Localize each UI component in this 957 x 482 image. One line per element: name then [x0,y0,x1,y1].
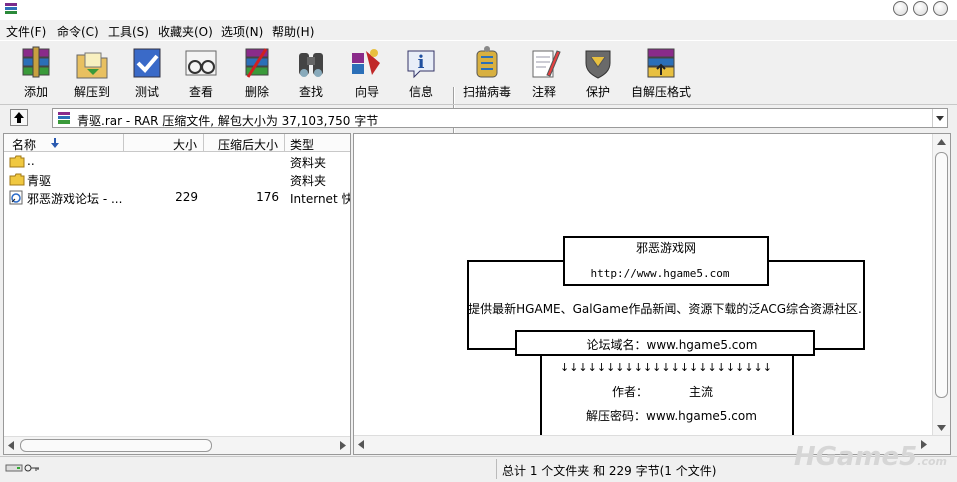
close-button[interactable] [933,1,948,16]
protect-button[interactable]: 保护 [576,45,620,101]
add-label: 添加 [23,85,48,99]
test-label: 测试 [134,85,159,99]
winrar-app-icon [4,2,18,16]
vertical-scrollbar[interactable] [932,134,950,436]
rar-file-icon [58,112,70,124]
delete-archive-icon [245,48,269,78]
scan-virus-label: 扫描病毒 [462,85,511,99]
extract-to-label: 解压到 [73,85,110,99]
protect-label: 保护 [585,85,610,99]
extract-to-button[interactable]: 解压到 [68,45,116,101]
file-row[interactable]: .. 资料夹 [4,153,350,170]
folder-icon [9,173,25,186]
maximize-button[interactable] [913,1,928,16]
sort-down-arrow-icon [51,138,59,148]
file-row[interactable]: 青驱 资料夹 [4,171,350,188]
info-label: 信息 [408,85,433,99]
scroll-down-arrow-icon[interactable] [937,424,946,432]
scroll-right-arrow-icon[interactable] [339,441,347,450]
status-divider [496,459,497,479]
menu-options[interactable]: 选项(N) [221,23,263,40]
scroll-left-arrow-icon[interactable] [357,440,365,449]
archive-comment-panel: 邪恶游戏网 http://www.hgame5.com 提供最新HGAME、Ga… [353,133,951,455]
horizontal-scroll-thumb[interactable] [20,439,212,452]
extract-folder-icon [76,52,108,79]
info-button[interactable]: i 信息 [398,45,444,101]
delete-label: 删除 [244,85,269,99]
file-row[interactable]: 邪恶游戏论坛 - ... 229 176 Internet 快捷 [4,189,350,206]
binoculars-icon [299,53,323,77]
find-button[interactable]: 查找 [288,45,334,101]
sfx-button[interactable]: 自解压格式 [630,45,692,101]
wizard-label: 向导 [354,85,379,99]
column-header-name[interactable]: 名称 [4,134,124,152]
wizard-button[interactable]: 向导 [342,45,392,101]
comment-label: 注释 [531,85,556,99]
title-bar [0,0,957,20]
view-label: 查看 [188,85,213,99]
vertical-scroll-thumb[interactable] [935,152,948,398]
address-dropdown-button[interactable] [932,109,947,127]
test-check-icon [133,48,161,78]
shield-icon [585,50,611,79]
watermark-main: HGame5 [793,442,918,472]
hgame5-watermark: HGame5.com [794,442,947,472]
column-header-size[interactable]: 大小 [124,134,204,152]
menu-favorites[interactable]: 收藏夹(O) [158,23,213,40]
delete-button[interactable]: 删除 [234,45,280,101]
watermark-suffix: .com [917,455,947,468]
view-button[interactable]: 查看 [178,45,224,101]
scan-virus-button[interactable]: 扫描病毒 [460,45,514,101]
address-bar: 青驱.rar - RAR 压缩文件, 解包大小为 37,103,750 字节 [0,104,957,131]
add-button[interactable]: 添加 [12,45,60,101]
chevron-down-icon [936,116,944,121]
column-header-type[interactable]: 类型 [285,134,350,152]
wizard-icon [352,49,380,75]
find-label: 查找 [298,85,323,99]
archive-info: .rar - RAR 压缩文件, 解包大小为 37,103,750 字节 [101,114,379,128]
view-glasses-icon [185,50,217,76]
add-archive-icon [22,46,50,78]
minimize-button[interactable] [893,1,908,16]
comment-forum-domain: 论坛域名：www.hgame5.com [587,337,758,352]
drive-icon [5,464,23,472]
comment-extract-password: 解压密码：www.hgame5.com [586,408,757,423]
scroll-up-arrow-icon[interactable] [937,138,946,146]
comment-arrow-row: ↓↓↓↓↓↓↓↓↓↓↓↓↓↓↓↓↓↓↓↓↓↓↓ [560,361,772,374]
sfx-box-icon [647,48,675,78]
menu-file[interactable]: 文件(F) [6,23,46,40]
virus-scan-icon [476,46,498,78]
up-arrow-icon [14,112,24,123]
comment-ascii-art: 邪恶游戏网 http://www.hgame5.com 提供最新HGAME、Ga… [467,236,865,436]
comment-author-label: 作者： [612,385,648,399]
scroll-left-arrow-icon[interactable] [7,441,15,450]
archive-path-text: 青驱.rar - RAR 压缩文件, 解包大小为 37,103,750 字节 [77,112,378,129]
comment-author-value: 主流 [689,385,713,399]
menu-help[interactable]: 帮助(H) [272,23,314,40]
toolbar: 添加 解压到 测试 查看 删除 查找 向导 i 信息 扫描病毒 注释 保护 自解… [0,40,957,139]
up-folder-button[interactable] [10,109,28,126]
comment-button[interactable]: 注释 [522,45,566,101]
menu-commands[interactable]: 命令(C) [57,23,99,40]
horizontal-scrollbar[interactable] [4,436,350,454]
svg-text:i: i [418,52,425,73]
key-icon [24,464,39,472]
file-list-panel: 名称 大小 压缩后大小 类型 .. 资料夹 青驱 资料夹 邪恶游戏论坛 - ..… [3,133,351,455]
menu-bar: 文件(F) 命令(C) 工具(S) 收藏夹(O) 选项(N) 帮助(H) [0,20,957,40]
test-button[interactable]: 测试 [124,45,170,101]
sfx-label: 自解压格式 [630,85,691,99]
comment-description: 提供最新HGAME、GalGame作品新闻、资源下载的泛ACG综合资源社区. [468,301,862,316]
comment-pencil-icon [532,50,561,78]
comment-site-name: 邪恶游戏网 [636,241,696,255]
info-icon: i [407,50,435,79]
archive-path-field[interactable]: 青驱.rar - RAR 压缩文件, 解包大小为 37,103,750 字节 [52,108,948,128]
internet-shortcut-icon [9,190,23,205]
folder-icon [9,155,25,168]
status-summary: 总计 1 个文件夹 和 229 字节(1 个文件) [502,464,717,478]
archive-name: 青驱 [77,114,102,128]
comment-site-url: http://www.hgame5.com [590,267,729,280]
menu-tools[interactable]: 工具(S) [108,23,149,40]
column-header-packed[interactable]: 压缩后大小 [204,134,285,152]
